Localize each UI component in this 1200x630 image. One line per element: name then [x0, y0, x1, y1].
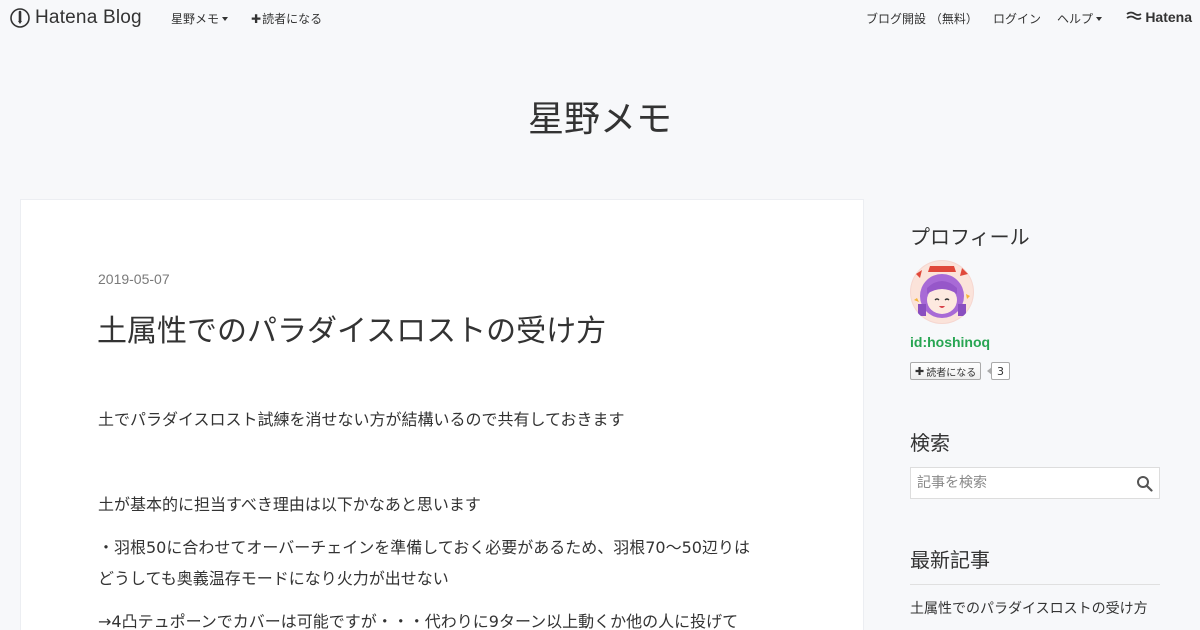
article-paragraph: ・羽根50に合わせてオーバーチェインを準備しておく必要があるため、羽根70〜50…	[98, 538, 750, 557]
article-card: 2019-05-07 土属性でのパラダイスロストの受け方 土でパラダイスロスト試…	[20, 199, 864, 630]
caret-down-icon	[222, 16, 229, 21]
login-link[interactable]: ログイン	[993, 10, 1041, 27]
open-blog-label: ブログ開設 （無料）	[866, 12, 978, 26]
avatar[interactable]	[910, 260, 974, 324]
recent-heading: 最新記事	[910, 548, 990, 572]
article-paragraph: 土が基本的に担当すべき理由は以下かなあと思います	[98, 495, 481, 514]
help-label: ヘルプ	[1057, 12, 1094, 26]
article-paragraph: どうしても奥義温存モードになり火力が出せない	[98, 569, 449, 588]
hatena-blog-logo[interactable]: Hatena Blog	[10, 7, 142, 29]
subscribe-button[interactable]: ✚ 読者になる	[910, 362, 982, 380]
article-title[interactable]: 土属性でのパラダイスロストの受け方	[97, 306, 606, 350]
hatena-blog-icon	[10, 8, 30, 28]
hatena-text: Hatena	[1145, 9, 1192, 25]
subscriber-count: 3	[987, 362, 1010, 380]
search-box	[910, 467, 1160, 499]
recent-entry-link[interactable]: 土属性でのパラダイスロストの受け方	[910, 598, 1160, 620]
profile-heading: プロフィール	[910, 225, 1030, 249]
subscribe-label: 読者になる	[262, 12, 323, 26]
caret-down-icon	[1096, 16, 1103, 21]
plus-icon: ✚	[915, 364, 925, 378]
plus-icon: ✚	[251, 11, 262, 26]
login-label: ログイン	[993, 12, 1042, 26]
profile-id-link[interactable]: id:hoshinoq	[910, 334, 990, 350]
divider	[910, 584, 1160, 585]
brand-text: Hatena Blog	[35, 7, 142, 28]
help-menu[interactable]: ヘルプ	[1057, 10, 1103, 27]
hatena-mark-icon	[1126, 11, 1142, 20]
subscribe-link[interactable]: ✚ 読者になる	[251, 10, 322, 27]
avatar-image	[910, 260, 974, 324]
article-paragraph: →4凸テュポーンでカバーは可能ですが・・・代わりに9ターン以上動くか他の人に投げ…	[98, 612, 739, 630]
search-heading: 検索	[910, 431, 950, 455]
global-header: Hatena Blog 星野メモ ✚ 読者になる ブログ開設 （無料） ログイン…	[0, 0, 1200, 36]
hatena-logo[interactable]: Hatena	[1126, 9, 1192, 25]
article-paragraph: 土でパラダイスロスト試練を消せない方が結構いるので共有しておきます	[98, 410, 625, 429]
blog-menu-label: 星野メモ	[171, 12, 220, 26]
blog-title[interactable]: 星野メモ	[0, 90, 1200, 142]
search-input[interactable]	[911, 468, 1131, 498]
subscribe-button-label: 読者になる	[926, 367, 977, 379]
article-date[interactable]: 2019-05-07	[98, 271, 170, 287]
search-icon[interactable]	[1136, 475, 1153, 492]
blog-menu[interactable]: 星野メモ	[171, 10, 229, 27]
open-blog-link[interactable]: ブログ開設 （無料）	[866, 10, 978, 27]
